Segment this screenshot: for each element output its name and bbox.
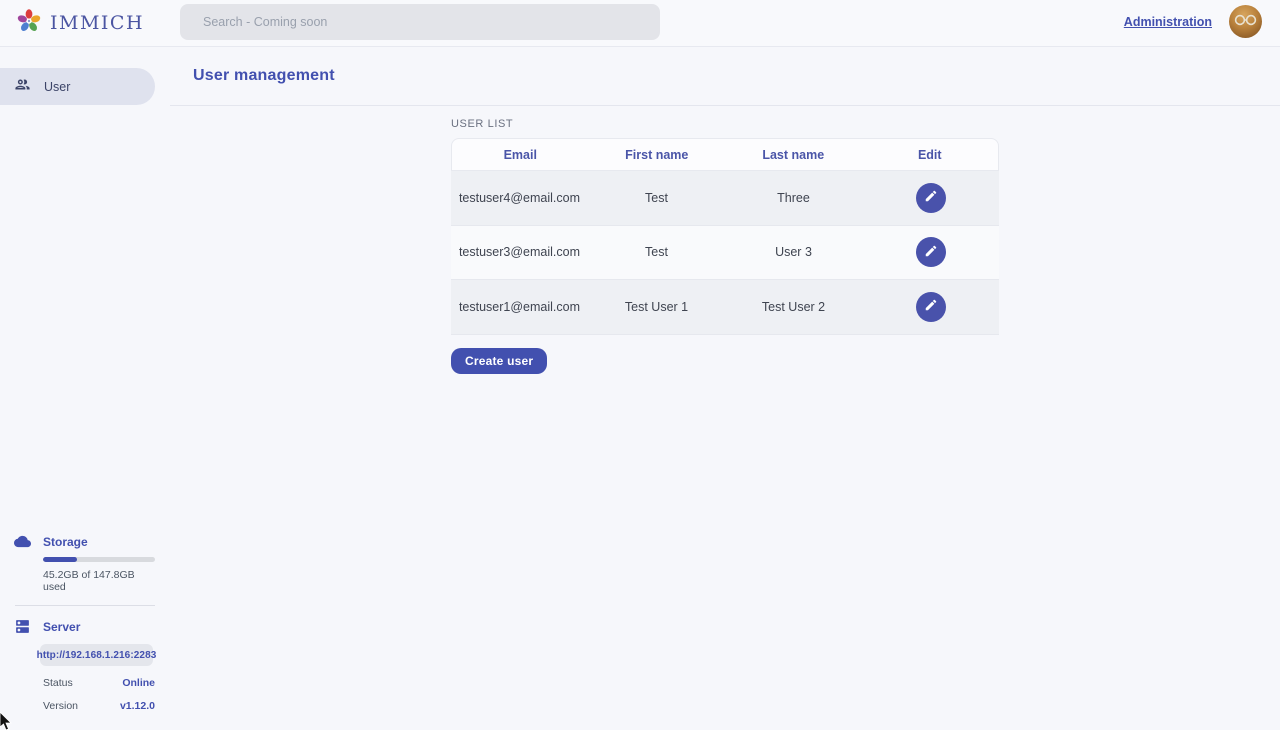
sidebar-item-user-label: User — [44, 80, 70, 94]
storage-usage-text: 45.2GB of 147.8GB used — [43, 569, 155, 593]
avatar-glasses — [1233, 14, 1258, 26]
cloud-icon — [14, 533, 31, 555]
app-title: IMMICH — [50, 12, 144, 34]
storage-progress-track — [43, 557, 155, 562]
table-row: testuser1@email.com Test User 1 Test Use… — [451, 280, 999, 335]
main-content: User management USER LIST Email First na… — [170, 47, 1280, 730]
status-label: Status — [43, 677, 73, 689]
server-title: Server — [43, 618, 155, 634]
cell-first-name: Test — [588, 245, 725, 259]
immich-flower-icon — [16, 8, 42, 39]
cell-email: testuser1@email.com — [451, 300, 588, 314]
server-status-row: Status Online — [43, 677, 155, 689]
user-table: Email First name Last name Edit testuser… — [451, 138, 999, 335]
col-header-email: Email — [452, 139, 589, 170]
version-value: v1.12.0 — [120, 700, 155, 712]
sidebar-bottom-panel: Storage 45.2GB of 147.8GB used Server ht… — [0, 533, 170, 722]
users-group-icon — [14, 76, 31, 98]
edit-user-button[interactable] — [916, 183, 946, 213]
table-row: testuser4@email.com Test Three — [451, 171, 999, 226]
col-header-edit: Edit — [862, 139, 999, 170]
storage-title: Storage — [43, 533, 155, 549]
page-header: User management — [170, 47, 1280, 106]
server-section: Server http://192.168.1.216:2283 Status … — [0, 618, 170, 712]
cell-last-name: Test User 2 — [725, 300, 862, 314]
server-version-row: Version v1.12.0 — [43, 700, 155, 712]
sidebar: User Storage 45.2GB of 147.8GB used — [0, 47, 170, 730]
mouse-cursor — [0, 712, 14, 730]
server-icon — [14, 618, 31, 640]
sidebar-divider — [15, 605, 155, 606]
user-list-label: USER LIST — [451, 118, 999, 130]
cell-email: testuser4@email.com — [451, 191, 588, 205]
cell-last-name: Three — [725, 191, 862, 205]
cell-first-name: Test — [588, 191, 725, 205]
pencil-icon — [924, 189, 938, 206]
cell-first-name: Test User 1 — [588, 300, 725, 314]
cell-last-name: User 3 — [725, 245, 862, 259]
edit-user-button[interactable] — [916, 292, 946, 322]
status-value: Online — [122, 677, 155, 689]
col-header-last-name: Last name — [725, 139, 862, 170]
sidebar-item-user[interactable]: User — [0, 68, 155, 105]
table-header-row: Email First name Last name Edit — [451, 138, 999, 171]
create-user-button[interactable]: Create user — [451, 348, 547, 374]
col-header-first-name: First name — [589, 139, 726, 170]
edit-user-button[interactable] — [916, 237, 946, 267]
cell-email: testuser3@email.com — [451, 245, 588, 259]
user-avatar[interactable] — [1229, 5, 1262, 38]
search-input[interactable] — [180, 4, 660, 40]
table-row: testuser3@email.com Test User 3 — [451, 226, 999, 281]
storage-section: Storage 45.2GB of 147.8GB used — [0, 533, 170, 593]
top-navbar: IMMICH Administration — [0, 0, 1280, 47]
pencil-icon — [924, 298, 938, 315]
administration-link[interactable]: Administration — [1124, 15, 1212, 29]
page-title: User management — [193, 67, 335, 85]
server-url-badge: http://192.168.1.216:2283 — [40, 644, 153, 666]
storage-progress-fill — [43, 557, 77, 562]
version-label: Version — [43, 700, 78, 712]
app-logo[interactable]: IMMICH — [16, 8, 144, 39]
pencil-icon — [924, 244, 938, 261]
